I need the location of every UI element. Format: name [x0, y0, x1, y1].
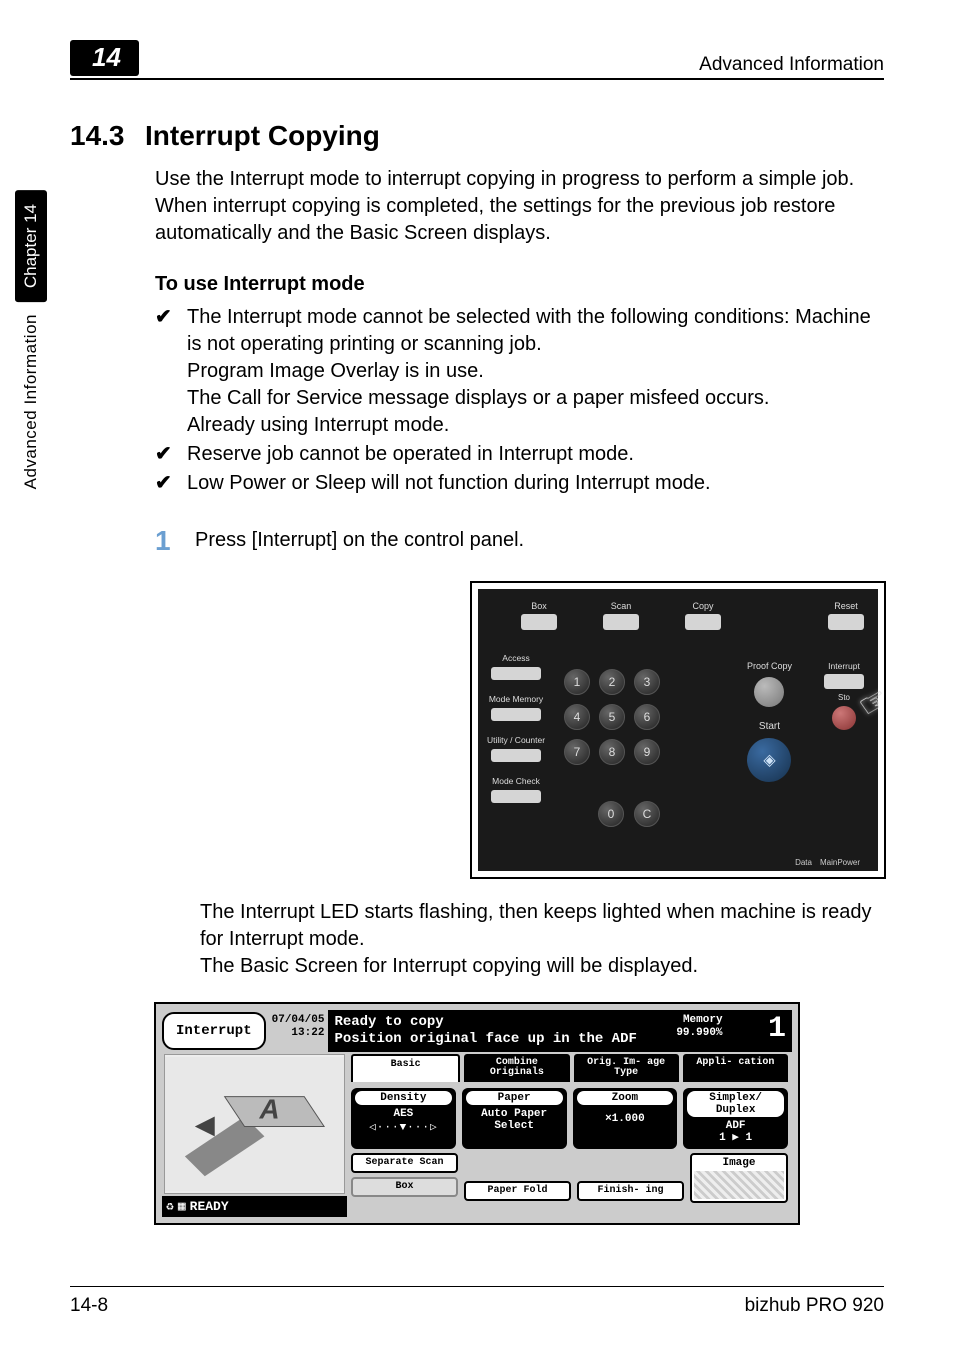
tab-basic[interactable]: Basic	[351, 1054, 460, 1082]
key-7[interactable]: 7	[564, 739, 590, 765]
ready-msg-2: Position original face up in the ADF	[334, 1031, 636, 1048]
key-9[interactable]: 9	[634, 739, 660, 765]
start-label: Start	[747, 721, 792, 732]
intro-paragraph: Use the Interrupt mode to interrupt copy…	[155, 166, 884, 247]
check-item: ✔ Low Power or Sleep will not function d…	[155, 470, 884, 497]
ready-msg-1: Ready to copy	[334, 1014, 636, 1031]
simplex-duplex-setting[interactable]: Simplex/ Duplex ADF 1 ▶ 1	[683, 1088, 788, 1149]
key-6[interactable]: 6	[634, 704, 660, 730]
header-title: Advanced Information	[699, 54, 884, 76]
utility-counter-label: Utility / Counter	[482, 735, 550, 745]
access-label: Access	[482, 653, 550, 663]
memory-label: Memory	[676, 1014, 722, 1027]
key-2[interactable]: 2	[599, 669, 625, 695]
memory-value: 99.990%	[676, 1027, 722, 1040]
image-placeholder-icon	[694, 1171, 784, 1199]
ready-status: ♻ ▦ READY	[162, 1196, 347, 1217]
zoom-setting[interactable]: Zoom ×1.000	[573, 1088, 678, 1149]
tab-application[interactable]: Appli- cation	[683, 1054, 788, 1082]
copy-button[interactable]: Copy	[680, 601, 726, 630]
numeric-keypad: 1 2 3 4 5 6 7 8 9	[564, 669, 660, 765]
check-item: ✔ The Interrupt mode cannot be selected …	[155, 304, 884, 439]
utility-counter-button[interactable]	[491, 749, 541, 762]
box-softkey[interactable]: Box	[351, 1177, 458, 1197]
checkmark-icon: ✔	[155, 470, 187, 497]
start-button[interactable]: ◈	[747, 738, 791, 782]
check-text: Low Power or Sleep will not function dur…	[187, 470, 711, 497]
data-indicator: Data	[795, 858, 812, 867]
subheading: To use Interrupt mode	[155, 273, 884, 296]
box-button[interactable]: Box	[516, 601, 562, 630]
page-number: 14-8	[70, 1295, 108, 1317]
side-chapter: Chapter 14	[15, 190, 47, 302]
control-panel-figure: Box Scan Copy Reset Access Mode	[470, 581, 886, 879]
check-text: The Interrupt mode cannot be selected wi…	[187, 304, 884, 439]
preview-image: A	[164, 1054, 345, 1194]
density-bar-icon: ◁···▼···▷	[355, 1120, 452, 1134]
copy-count: 1	[762, 1014, 786, 1048]
checklist: ✔ The Interrupt mode cannot be selected …	[155, 304, 884, 497]
interrupt-label: Interrupt	[818, 661, 870, 671]
mode-memory-button[interactable]	[491, 708, 541, 721]
side-label: Advanced Information	[21, 314, 41, 489]
side-tab: Chapter 14 Advanced Information	[15, 190, 47, 490]
step-text: Press [Interrupt] on the control panel.	[195, 525, 524, 557]
proof-copy-label: Proof Copy	[747, 661, 792, 671]
key-4[interactable]: 4	[564, 704, 590, 730]
section-number: 14.3	[70, 120, 145, 152]
key-8[interactable]: 8	[599, 739, 625, 765]
page-footer: 14-8 bizhub PRO 920	[70, 1286, 884, 1317]
tab-combine-originals[interactable]: Combine Originals	[464, 1054, 569, 1082]
stop-button[interactable]	[832, 706, 856, 730]
page-header: 14 Advanced Information	[70, 40, 884, 80]
section-heading: 14.3Interrupt Copying	[70, 120, 884, 152]
key-3[interactable]: 3	[634, 669, 660, 695]
chapter-badge: 14	[70, 40, 139, 76]
key-1[interactable]: 1	[564, 669, 590, 695]
access-button[interactable]	[491, 667, 541, 680]
reset-button[interactable]: Reset	[828, 601, 864, 630]
printer-icon: ▦	[178, 1199, 186, 1214]
basic-screen-figure: Interrupt 07/04/05 13:22 Ready to copy P…	[154, 1002, 800, 1225]
check-item: ✔ Reserve job cannot be operated in Inte…	[155, 441, 884, 468]
mode-memory-label: Mode Memory	[482, 694, 550, 704]
svg-text:A: A	[258, 1094, 279, 1125]
separate-scan-button[interactable]: Separate Scan	[351, 1153, 458, 1173]
key-0[interactable]: 0	[598, 801, 624, 827]
step-row: 1 Press [Interrupt] on the control panel…	[155, 525, 884, 557]
recycle-icon: ♻	[166, 1199, 174, 1214]
section-title-text: Interrupt Copying	[145, 120, 380, 151]
mode-check-button[interactable]	[491, 790, 541, 803]
proof-copy-button[interactable]	[754, 677, 784, 707]
step-number: 1	[155, 525, 195, 557]
tab-orig-image-type[interactable]: Orig. Im- age Type	[574, 1054, 679, 1082]
datetime: 07/04/05 13:22	[268, 1010, 329, 1052]
checkmark-icon: ✔	[155, 304, 187, 439]
finishing-button[interactable]: Finish- ing	[577, 1181, 684, 1201]
checkmark-icon: ✔	[155, 441, 187, 468]
paper-fold-button[interactable]: Paper Fold	[464, 1181, 571, 1201]
interrupt-button[interactable]	[824, 674, 864, 689]
product-name: bizhub PRO 920	[745, 1295, 884, 1317]
density-setting[interactable]: Density AES ◁···▼···▷	[351, 1088, 456, 1149]
check-text: Reserve job cannot be operated in Interr…	[187, 441, 634, 468]
image-preview-box[interactable]: Image	[690, 1153, 788, 1203]
key-c[interactable]: C	[634, 801, 660, 827]
mainpower-indicator: MainPower	[820, 858, 860, 867]
scan-button[interactable]: Scan	[598, 601, 644, 630]
paper-setting[interactable]: Paper Auto Paper Select	[462, 1088, 567, 1149]
mode-check-label: Mode Check	[482, 776, 550, 786]
key-5[interactable]: 5	[599, 704, 625, 730]
interrupt-mode-tag: Interrupt	[162, 1012, 266, 1050]
step-result: The Interrupt LED starts flashing, then …	[200, 899, 884, 980]
